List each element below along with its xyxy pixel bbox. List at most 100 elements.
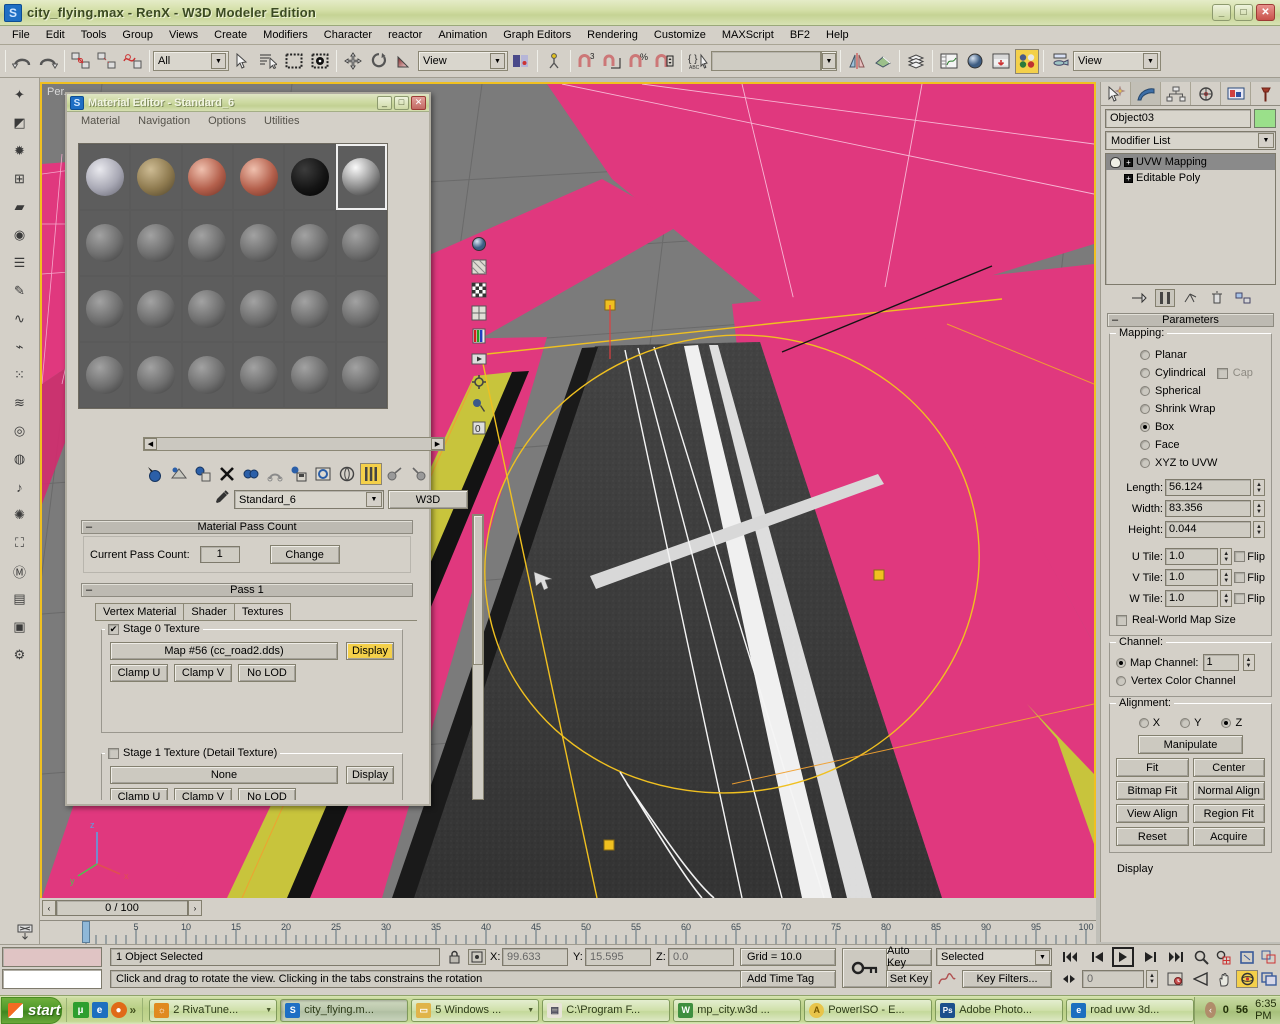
cap-checkbox[interactable] [1217,368,1228,379]
w-tile-input[interactable]: 1.0 [1165,590,1218,607]
time-configuration-icon[interactable] [1164,970,1186,988]
frame-display[interactable]: 0 / 100 [56,900,188,916]
menu-item-tools[interactable]: Tools [73,27,115,43]
mapping-option-cylindrical[interactable]: Cylindrical Cap [1116,364,1265,382]
spinner-snap-toggle-icon[interactable] [653,49,677,74]
modify-tab-icon[interactable] [1131,82,1161,105]
firefox-icon[interactable]: ● [111,1002,127,1018]
w-tile-spinner[interactable]: ▲▼ [1220,590,1232,607]
mapping-option-box[interactable]: Box [1116,418,1265,436]
ring-icon[interactable]: ◍ [6,446,34,472]
material-name-combo[interactable]: Standard_6 ▼ [234,490,384,509]
export-icon[interactable]: ◩ [6,110,34,136]
material-effects-channel-icon[interactable] [312,463,334,485]
sample-slot[interactable] [233,276,284,342]
status-color-swatch-2[interactable] [2,969,102,989]
get-material-icon[interactable] [144,463,166,485]
menu-item-modifiers[interactable]: Modifiers [255,27,316,43]
align-icon[interactable] [871,49,895,74]
sample-slot[interactable] [182,144,233,210]
collapse-icon[interactable]: – [1112,314,1118,326]
percent-snap-toggle-icon[interactable]: % [627,49,651,74]
stage1-checkbox[interactable] [108,748,119,759]
parameter-curve-icon[interactable] [936,970,958,988]
stage0-checkbox[interactable]: ✔ [108,624,119,635]
chevron-down-icon[interactable]: ▼ [366,492,382,507]
real-world-map-size-row[interactable]: Real-World Map Size [1116,611,1265,629]
me-menu-material[interactable]: Material [72,115,129,127]
lightbulb-icon[interactable] [1110,157,1121,168]
menu-item-rendering[interactable]: Rendering [579,27,646,43]
map-channel-row[interactable]: Map Channel: 1 ▲▼ [1116,653,1265,672]
sample-slot[interactable] [233,210,284,276]
helper-icon[interactable]: ▣ [6,614,34,640]
taskbar-item-windows-explorer[interactable]: ▭ 5 Windows ... ▼ [411,999,539,1022]
sample-slot[interactable] [233,342,284,408]
expand-icon[interactable]: + [1124,174,1133,183]
previous-frame-icon[interactable]: ‹ [42,900,56,916]
map-channel-input[interactable]: 1 [1203,654,1239,671]
minimize-button[interactable]: _ [377,96,392,110]
radio-icon-y[interactable] [1180,718,1190,728]
go-forward-to-sibling-icon[interactable] [408,463,430,485]
scroll-left-icon[interactable]: ◀ [144,438,157,450]
window-crossing-icon[interactable] [308,49,332,74]
render-type-combo[interactable]: View ▼ [1073,51,1161,71]
length-input[interactable]: 56.124 [1165,479,1251,496]
taskbar-item-city-flying-max[interactable]: S city_flying.m... [280,999,408,1022]
radio-icon[interactable] [1140,422,1150,432]
current-frame-spinner[interactable]: ▲▼ [1146,970,1158,988]
make-preview-icon[interactable] [469,349,489,369]
menu-item-views[interactable]: Views [161,27,206,43]
show-end-result-icon[interactable] [1155,289,1175,307]
track-view-icon[interactable] [14,922,36,942]
select-and-link-icon[interactable] [69,49,93,74]
current-frame-input[interactable]: 0 [1082,970,1144,988]
x-coordinate-input[interactable]: 99.633 [502,948,568,966]
me-menu-navigation[interactable]: Navigation [129,115,199,127]
chevron-down-icon[interactable]: ▼ [490,53,505,69]
assign-to-selection-icon[interactable] [192,463,214,485]
modifier-stack[interactable]: + UVW Mapping + Editable Poly [1105,153,1276,285]
unlink-selection-icon[interactable] [95,49,119,74]
select-and-rotate-icon[interactable] [367,49,391,74]
u-tile-spinner[interactable]: ▲▼ [1220,548,1232,565]
chevron-down-icon[interactable]: ▼ [1143,53,1158,69]
reset-map-icon[interactable] [216,463,238,485]
schematic-view-icon[interactable] [963,49,987,74]
u-flip-checkbox[interactable] [1234,551,1245,562]
menu-item-bf2[interactable]: BF2 [782,27,818,43]
height-spinner[interactable]: ▲▼ [1253,521,1265,538]
stage1-map-button[interactable]: None [110,766,338,784]
chevron-down-icon[interactable]: ▼ [822,53,836,69]
object-name-input[interactable]: Object03 [1105,109,1251,128]
mapping-option-xyz-to-uvw[interactable]: XYZ to UVW [1116,454,1265,472]
sample-slot[interactable] [336,276,387,342]
z-coordinate-input[interactable]: 0.0 [668,948,734,966]
camera-icon[interactable]: ⛶ [6,530,34,556]
collapse-icon[interactable]: – [86,521,92,533]
parameters-rollout-header[interactable]: – Parameters [1107,313,1274,327]
undo-icon[interactable] [10,49,34,74]
key-mode-toggle-icon[interactable] [842,948,888,988]
field-of-view-icon[interactable] [1190,970,1212,988]
radio-icon-x[interactable] [1139,718,1149,728]
emitter-icon[interactable]: ≋ [6,390,34,416]
absolute-relative-transform-icon[interactable] [468,949,486,965]
radio-icon[interactable] [1140,368,1150,378]
menu-item-graph-editors[interactable]: Graph Editors [495,27,579,43]
sample-slot[interactable] [79,144,130,210]
chevron-down-icon[interactable]: ▼ [211,53,226,69]
go-to-end-icon[interactable] [1164,948,1188,966]
modifier-list-combo[interactable]: Modifier List ▼ [1105,131,1276,150]
sample-slot[interactable] [233,144,284,210]
change-button[interactable]: Change [270,545,340,564]
scrollbar-thumb[interactable] [473,515,483,665]
utorrent-icon[interactable]: µ [73,1002,89,1018]
menu-item-help[interactable]: Help [818,27,857,43]
sample-slot[interactable] [284,276,335,342]
menu-item-reactor[interactable]: reactor [380,27,430,43]
manipulate-button[interactable]: Manipulate [1138,735,1243,754]
show-map-in-viewport-icon[interactable] [336,463,358,485]
go-to-parent-icon[interactable] [384,463,406,485]
